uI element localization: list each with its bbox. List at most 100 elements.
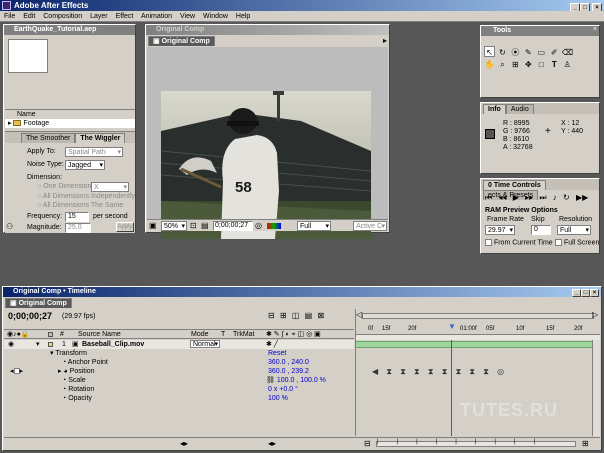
expand-arrow-icon[interactable]: ▸ bbox=[8, 120, 12, 127]
play-icon[interactable]: ▶ bbox=[513, 193, 519, 202]
rect-shape-icon[interactable]: □ bbox=[536, 59, 547, 70]
rotate-icon[interactable]: ↻ bbox=[497, 47, 508, 58]
tab-the-smoother[interactable]: The Smoother bbox=[21, 133, 76, 143]
radio-icon[interactable]: ○ bbox=[37, 193, 41, 200]
position-keyframes[interactable]: ◀ ⧗ ⧗ ⧗ ⧗ ⧗ ⧗ ⧗ ⧗ ◎ bbox=[372, 368, 507, 376]
axis-dropdown[interactable]: X bbox=[91, 182, 129, 192]
timeline-timecode[interactable]: 0;00;00;27 bbox=[8, 311, 52, 321]
timeline-minimize-button[interactable]: _ bbox=[572, 289, 581, 297]
track-icon[interactable]: ✥ bbox=[523, 59, 534, 70]
next-keyframe-icon[interactable]: ▸ bbox=[20, 368, 24, 375]
tab-time-controls[interactable]: 0 Time Controls bbox=[483, 180, 546, 190]
expand-layer-icon[interactable]: ▾ bbox=[36, 340, 40, 349]
prop-transform-row[interactable]: ▾ Transform bbox=[50, 349, 87, 358]
position-value[interactable]: 360.0 , 239.2 bbox=[268, 367, 309, 376]
orbit-icon[interactable]: ⦿ bbox=[510, 47, 521, 58]
rect-mask-icon[interactable]: ▭ bbox=[536, 47, 547, 58]
text-icon[interactable]: T bbox=[549, 59, 560, 70]
tab-the-wiggler[interactable]: The Wiggler bbox=[75, 133, 126, 143]
zoom-icon[interactable]: ⌕ bbox=[497, 59, 508, 70]
graph-icon[interactable]: ⊠ bbox=[317, 311, 324, 320]
audio-icon[interactable]: ♪ bbox=[553, 193, 557, 202]
loop-icon[interactable]: ↻ bbox=[563, 193, 570, 202]
layer-name[interactable]: Baseball_Clip.mov bbox=[82, 340, 144, 349]
opacity-value[interactable]: 100 % bbox=[268, 394, 288, 403]
noise-type-dropdown[interactable]: Jagged bbox=[65, 160, 105, 170]
comp-flowchart-icon[interactable]: ⊟ bbox=[268, 311, 275, 320]
menu-file[interactable]: File bbox=[4, 13, 15, 20]
snapshot-icon[interactable]: ◎ bbox=[255, 221, 262, 230]
apply-to-dropdown[interactable]: Spatial Path bbox=[65, 147, 123, 157]
resolution-options-dropdown[interactable]: Full bbox=[557, 225, 591, 235]
camera-snapshot-icon[interactable]: ▤ bbox=[201, 221, 209, 230]
trkmat-header[interactable]: TrkMat bbox=[233, 330, 255, 339]
current-time-indicator-icon[interactable]: ▼ bbox=[448, 322, 456, 331]
menu-effect[interactable]: Effect bbox=[116, 13, 134, 20]
frame-blend-icon[interactable]: ▤ bbox=[305, 311, 313, 320]
resolution-dropdown[interactable]: Full bbox=[297, 221, 331, 231]
all-same-option[interactable]: ○ All Dimensions The Same bbox=[37, 202, 123, 209]
anchor-point-value[interactable]: 360.0 , 240.0 bbox=[268, 358, 309, 367]
menu-layer[interactable]: Layer bbox=[90, 13, 108, 20]
eraser-icon[interactable]: ⌫ bbox=[562, 47, 573, 58]
zoom-in-icon[interactable]: ⊞ bbox=[582, 439, 589, 448]
timeline-close-button[interactable]: × bbox=[590, 289, 599, 297]
tab-audio[interactable]: Audio bbox=[505, 104, 534, 114]
mode-header[interactable]: Mode bbox=[191, 330, 209, 339]
zoom-dropdown[interactable]: 50% bbox=[161, 221, 187, 231]
layer-duration-bar[interactable] bbox=[356, 341, 600, 348]
radio-icon[interactable]: ○ bbox=[37, 183, 41, 190]
menu-animation[interactable]: Animation bbox=[141, 13, 172, 20]
pen-icon[interactable]: ✎ bbox=[523, 47, 534, 58]
draft-3d-icon[interactable]: ⊞ bbox=[280, 311, 287, 320]
link-icon[interactable]: ⛓ bbox=[266, 377, 275, 384]
full-screen-checkbox[interactable]: Full Screen bbox=[555, 239, 599, 246]
frame-rate-dropdown[interactable]: 29.97 bbox=[485, 225, 515, 235]
layer-mode-dropdown[interactable]: Normal bbox=[190, 340, 220, 348]
show-channel-icon[interactable] bbox=[267, 223, 281, 229]
tab-timeline-original-comp[interactable]: ▣ Original Comp bbox=[5, 298, 72, 308]
from-current-time-checkbox[interactable]: From Current Time bbox=[485, 239, 553, 246]
time-ruler[interactable]: ◁ ▷ 0f 15f 20f 01:00f 05f 10f 15f 20f ▼ bbox=[355, 309, 600, 340]
menu-view[interactable]: View bbox=[180, 13, 195, 20]
clone-icon[interactable]: ♙ bbox=[562, 59, 573, 70]
layer-label-color[interactable] bbox=[48, 342, 53, 347]
comp-viewer[interactable]: 58 bbox=[147, 47, 388, 239]
timeline-vscroll[interactable] bbox=[592, 340, 600, 436]
zoom-slider[interactable]: ||||||||| bbox=[376, 439, 576, 447]
first-frame-icon[interactable]: ⏮ bbox=[485, 193, 492, 202]
footage-folder-row[interactable]: ▸ Footage bbox=[5, 119, 135, 128]
one-dimension-option[interactable]: ○ One Dimension bbox=[37, 183, 91, 190]
radio-icon[interactable]: ○ bbox=[37, 202, 41, 209]
all-independently-option[interactable]: ○ All Dimensions Independently bbox=[37, 193, 135, 200]
column-name-label[interactable]: Name bbox=[17, 111, 36, 118]
source-name-header[interactable]: Source Name bbox=[78, 330, 121, 339]
binoculars-icon[interactable]: ⚇ bbox=[6, 222, 13, 231]
frequency-input[interactable]: 15 bbox=[65, 212, 89, 222]
panel-menu-icon[interactable]: ▸ bbox=[383, 36, 387, 45]
ram-preview-icon[interactable]: ▶▶ bbox=[576, 193, 588, 202]
rotation-value[interactable]: 0 x +0.0 ° bbox=[268, 385, 298, 394]
scroll-left-icon[interactable]: ◂▸ bbox=[180, 439, 188, 448]
switches-toggle[interactable]: ◂▸ bbox=[268, 439, 276, 448]
work-area-start-icon[interactable]: ◁ bbox=[356, 310, 362, 319]
apply-button[interactable]: Apply bbox=[116, 222, 134, 232]
safe-zones-icon[interactable]: ⊡ bbox=[190, 221, 197, 230]
menu-composition[interactable]: Composition bbox=[43, 13, 82, 20]
timeline-track-area[interactable]: ◀ ⧗ ⧗ ⧗ ⧗ ⧗ ⧗ ⧗ ⧗ ◎ bbox=[355, 340, 600, 436]
tab-original-comp[interactable]: ▣ Original Comp bbox=[148, 36, 215, 46]
menu-window[interactable]: Window bbox=[203, 13, 228, 20]
active-camera-dropdown[interactable]: Active C bbox=[353, 221, 387, 231]
work-area-bar[interactable] bbox=[362, 313, 594, 319]
layer-row[interactable]: ◉ ▾ 1 ▣ Baseball_Clip.mov Normal ✱ ╱ bbox=[4, 340, 354, 349]
motion-blur-icon[interactable]: ◫ bbox=[292, 311, 300, 320]
hand-icon[interactable]: ✋ bbox=[484, 59, 495, 70]
visibility-icon[interactable]: ◉ bbox=[8, 340, 14, 349]
next-frame-icon[interactable]: ▸▸ bbox=[525, 193, 533, 202]
comp-timecode[interactable]: 0;00;00;27 bbox=[213, 221, 253, 231]
checkbox-icon[interactable] bbox=[555, 239, 562, 246]
t-header[interactable]: T bbox=[221, 330, 225, 339]
checkbox-icon[interactable] bbox=[485, 239, 492, 246]
num-header[interactable]: # bbox=[60, 330, 64, 339]
tools-close-icon[interactable]: × bbox=[593, 26, 597, 33]
